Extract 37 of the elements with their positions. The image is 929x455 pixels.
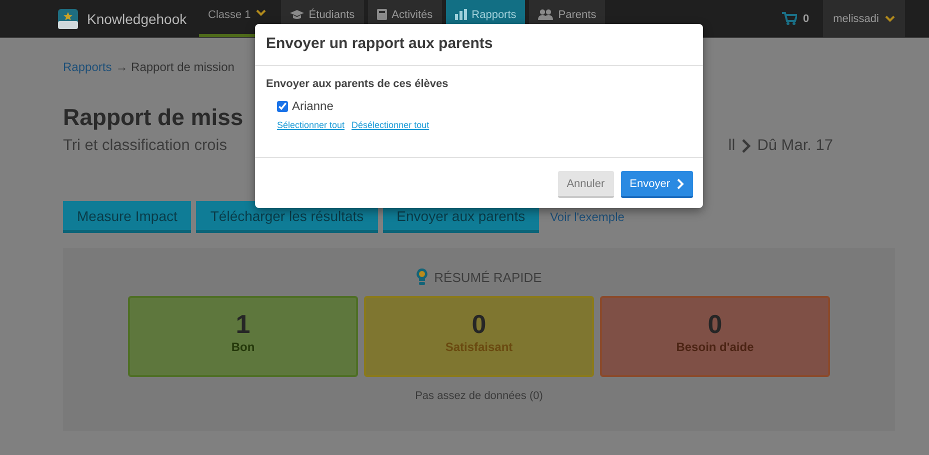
caret-icon	[256, 9, 266, 17]
card-count: 0	[470, 308, 488, 340]
select-link[interactable]: Sélectionner tout	[277, 120, 345, 130]
logo-icon	[58, 8, 78, 28]
action-button[interactable]: Measure Impact	[63, 201, 192, 233]
summary-note: Pas assez de données (0)	[414, 390, 544, 402]
nav-tab[interactable]: Classe 1	[199, 0, 275, 37]
brand-name[interactable]: Knowledgehook	[87, 10, 187, 26]
breadcrumb-text: → Rapport de mission	[116, 60, 234, 74]
checkbox[interactable]	[277, 100, 288, 112]
section-label: Envoyer aux parents de ces élèves	[266, 78, 450, 90]
bar-chart-icon	[454, 9, 467, 20]
example-link[interactable]: Voir l'exemple	[550, 210, 624, 224]
people-icon	[538, 9, 554, 20]
card-count: 1	[234, 308, 252, 340]
subtitle-text: Dû Mar. 17	[757, 136, 833, 156]
cart-icon	[782, 12, 798, 25]
summary-title: RÉSUMÉ RAPIDE	[434, 270, 542, 284]
select-link[interactable]: Désélectionner tout	[352, 120, 430, 130]
book-icon	[376, 9, 387, 20]
card-label: Bon	[230, 340, 256, 354]
cancel-button[interactable]: Annuler	[558, 171, 614, 198]
chevron-icon	[676, 178, 684, 190]
user-menu[interactable]: melissadi	[823, 0, 905, 37]
lightbulb-icon	[416, 268, 428, 286]
student-name: Arianne	[292, 99, 334, 113]
subtitle-text: Tri et classification crois	[63, 136, 227, 156]
cart-count: 0	[803, 12, 810, 24]
send-button[interactable]: Envoyer	[620, 171, 693, 198]
chevron-icon	[741, 138, 752, 154]
subtitle-text: ll	[728, 136, 736, 156]
dialog-title: Envoyer un rapport aux parents	[266, 35, 494, 52]
page-title: Rapport de miss	[63, 103, 244, 132]
card-count: 0	[706, 308, 724, 340]
breadcrumb-link[interactable]: Rapports	[63, 60, 112, 74]
graduation-cap-icon	[290, 9, 304, 20]
caret-icon	[885, 14, 895, 22]
